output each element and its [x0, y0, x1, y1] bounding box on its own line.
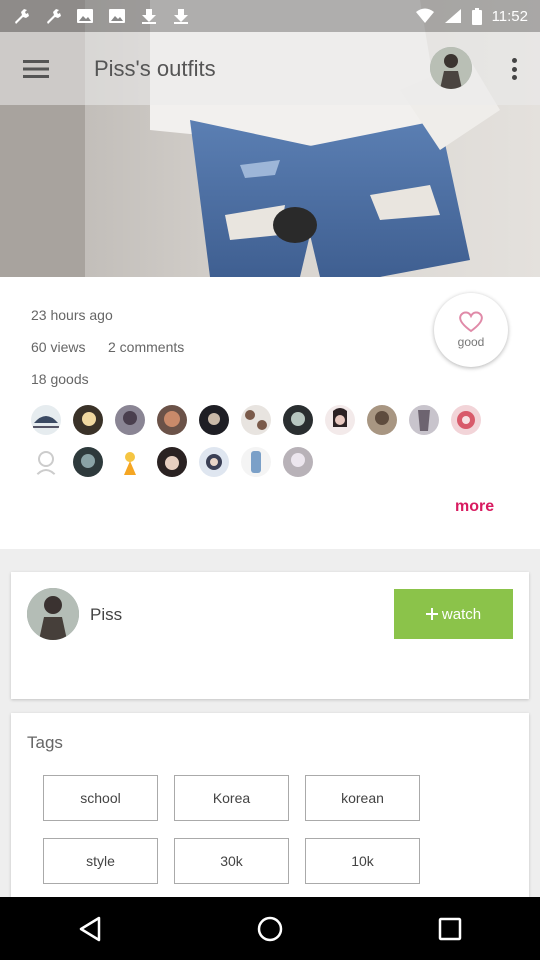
download-icon [174, 9, 188, 24]
liker-avatar[interactable] [115, 405, 145, 435]
liker-avatar[interactable] [31, 447, 61, 477]
liker-avatar[interactable] [409, 405, 439, 435]
more-link[interactable]: more [455, 498, 494, 516]
liker-avatar[interactable] [283, 447, 313, 477]
page-title: Piss's outfits [94, 55, 216, 81]
liker-avatar[interactable] [241, 447, 271, 477]
heart-icon [459, 311, 483, 333]
image-icon [109, 9, 125, 23]
liker-avatar[interactable] [157, 447, 187, 477]
liker-avatar[interactable] [241, 405, 271, 435]
back-icon[interactable] [60, 909, 120, 949]
good-button[interactable]: good [434, 293, 508, 367]
liker-avatar[interactable] [115, 447, 145, 477]
status-bar: 11:52 [0, 0, 540, 32]
signal-icon [444, 9, 461, 23]
tag-chip[interactable]: style [43, 838, 158, 884]
good-label: good [457, 335, 485, 349]
likers-row [31, 447, 313, 477]
watch-button[interactable]: watch [394, 589, 513, 639]
post-time: 23 hours ago [31, 307, 113, 323]
post-views: 60 views [31, 339, 86, 355]
liker-avatar[interactable] [31, 405, 61, 435]
home-icon[interactable] [240, 909, 300, 949]
tags-title: Tags [27, 733, 63, 752]
tag-chip[interactable]: school [43, 775, 158, 821]
image-icon [77, 9, 93, 23]
likers-row [31, 405, 481, 435]
more-vert-icon[interactable] [502, 52, 526, 86]
user-name[interactable]: Piss [90, 605, 122, 625]
system-nav-bar [0, 897, 540, 960]
post-comments[interactable]: 2 comments [108, 339, 184, 355]
liker-avatar[interactable] [283, 405, 313, 435]
recents-icon[interactable] [420, 909, 480, 949]
hamburger-menu-icon[interactable] [0, 32, 72, 105]
tag-chip[interactable]: korean [305, 775, 420, 821]
tags-card: Tags school Korea korean style 30k 10k [11, 713, 529, 897]
liker-avatar[interactable] [73, 447, 103, 477]
app-bar: Piss's outfits [0, 32, 540, 105]
liker-avatar[interactable] [325, 405, 355, 435]
user-card: Piss watch [11, 572, 529, 699]
tag-chip[interactable]: Korea [174, 775, 289, 821]
liker-avatar[interactable] [367, 405, 397, 435]
author-avatar[interactable] [430, 47, 472, 89]
wrench-icon [15, 9, 29, 24]
liker-avatar[interactable] [157, 405, 187, 435]
tag-chip[interactable]: 10k [305, 838, 420, 884]
post-goods: 18 goods [31, 371, 89, 387]
liker-avatar[interactable] [451, 405, 481, 435]
tag-chip[interactable]: 30k [174, 838, 289, 884]
liker-avatar[interactable] [199, 405, 229, 435]
wifi-icon [415, 8, 434, 23]
plus-icon [425, 608, 438, 620]
status-time: 11:52 [491, 7, 528, 25]
battery-icon [471, 7, 482, 25]
download-icon [142, 9, 156, 24]
liker-avatar[interactable] [73, 405, 103, 435]
user-avatar[interactable] [27, 588, 79, 640]
wrench-icon [47, 9, 61, 24]
liker-avatar[interactable] [199, 447, 229, 477]
watch-label: watch [441, 605, 482, 623]
